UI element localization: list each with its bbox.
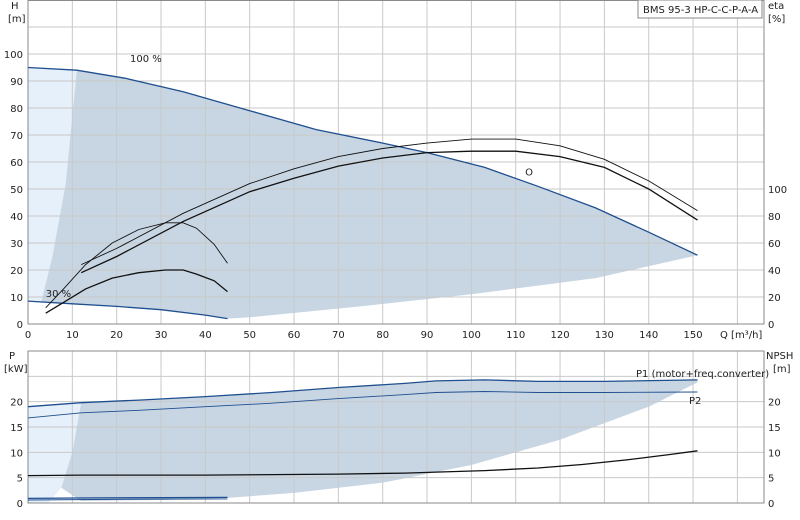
npsh-axis-unit: [m] [773, 364, 791, 375]
q-axis-tick-label: 140 [639, 330, 658, 341]
duty-point-marker: O [525, 168, 533, 179]
eta-axis-tick-label: 80 [768, 212, 781, 223]
q-axis-tick-label: 80 [376, 330, 389, 341]
q-axis-tick-label: 10 [66, 330, 79, 341]
h-axis-tick-label: 40 [10, 212, 23, 223]
q-axis-tick-label: 0 [25, 330, 31, 341]
q-axis-tick-label: 40 [199, 330, 212, 341]
product-label: BMS 95-3 HP-C-C-P-A-A [643, 5, 758, 16]
npsh-axis-tick-label: 0 [768, 499, 774, 510]
product-label-box: BMS 95-3 HP-C-C-P-A-A [637, 0, 763, 19]
eta-axis-tick-label: 20 [768, 293, 781, 304]
p2-label: P2 [689, 396, 701, 407]
eta-axis-tick-label: 60 [768, 239, 781, 250]
h-axis-tick-label: 70 [10, 131, 23, 142]
h-axis-tick-label: 50 [10, 185, 23, 196]
q-axis-tick-label: 100 [462, 330, 481, 341]
p-axis-tick-label: 5 [17, 474, 23, 485]
q-axis-tick-label: 130 [595, 330, 614, 341]
p-axis-label: P [9, 351, 15, 362]
h-axis-tick-label: 20 [10, 266, 23, 277]
q-axis-tick-label: 110 [506, 330, 525, 341]
h-axis-tick-label: 10 [10, 293, 23, 304]
pump-performance-chart: 100 %30 %O0102030405060708090100H[m]0204… [4, 0, 793, 510]
eta-axis-label: eta [768, 1, 784, 12]
p1-label: P1 (motor+freq.converter) [636, 369, 769, 380]
h-axis-tick-label: 60 [10, 158, 23, 169]
h-axis-tick-label: 0 [17, 320, 23, 331]
eta-axis-unit: [%] [768, 14, 785, 25]
h-axis-tick-label: 80 [10, 104, 23, 115]
speed-annotation: 30 % [46, 289, 71, 300]
head-efficiency-chart: 100 %30 %O0102030405060708090100H[m]0204… [4, 0, 787, 341]
h-axis-unit: [m] [8, 14, 26, 25]
q-axis-tick-label: 150 [684, 330, 703, 341]
h-axis-tick-label: 90 [10, 77, 23, 88]
eta-axis-tick-label: 100 [768, 185, 787, 196]
npsh-axis-tick-label: 10 [768, 448, 781, 459]
h-axis-tick-label: 100 [4, 50, 23, 61]
q-axis-tick-label: 90 [421, 330, 434, 341]
q-axis-label: Q [m³/h] [720, 330, 762, 341]
npsh-axis-tick-label: 15 [768, 423, 781, 434]
p-axis-tick-label: 15 [10, 423, 23, 434]
p-axis-tick-label: 20 [10, 398, 23, 409]
q-axis-tick-label: 20 [110, 330, 123, 341]
npsh-axis-label: NPSH [766, 351, 793, 362]
q-axis-tick-label: 70 [332, 330, 345, 341]
q-axis-tick-label: 120 [551, 330, 570, 341]
eta-axis-tick-label: 0 [768, 320, 774, 331]
q-axis-tick-label: 30 [155, 330, 168, 341]
p-axis-tick-label: 10 [10, 448, 23, 459]
q-axis-tick-label: 60 [288, 330, 301, 341]
p-axis-tick-label: 0 [17, 499, 23, 510]
p-axis-unit: [kW] [4, 364, 28, 375]
power-npsh-chart: P1 (motor+freq.converter) P2 0 5 10 15 20 P [kW]… [4, 350, 793, 510]
npsh-axis-tick-label: 5 [768, 474, 774, 485]
q-axis-tick-label: 50 [243, 330, 256, 341]
h-axis-tick-label: 30 [10, 239, 23, 250]
npsh-axis-tick-label: 20 [768, 398, 781, 409]
h-axis-label: H [11, 1, 19, 12]
speed-annotation: 100 % [130, 54, 162, 65]
eta-axis-tick-label: 40 [768, 266, 781, 277]
